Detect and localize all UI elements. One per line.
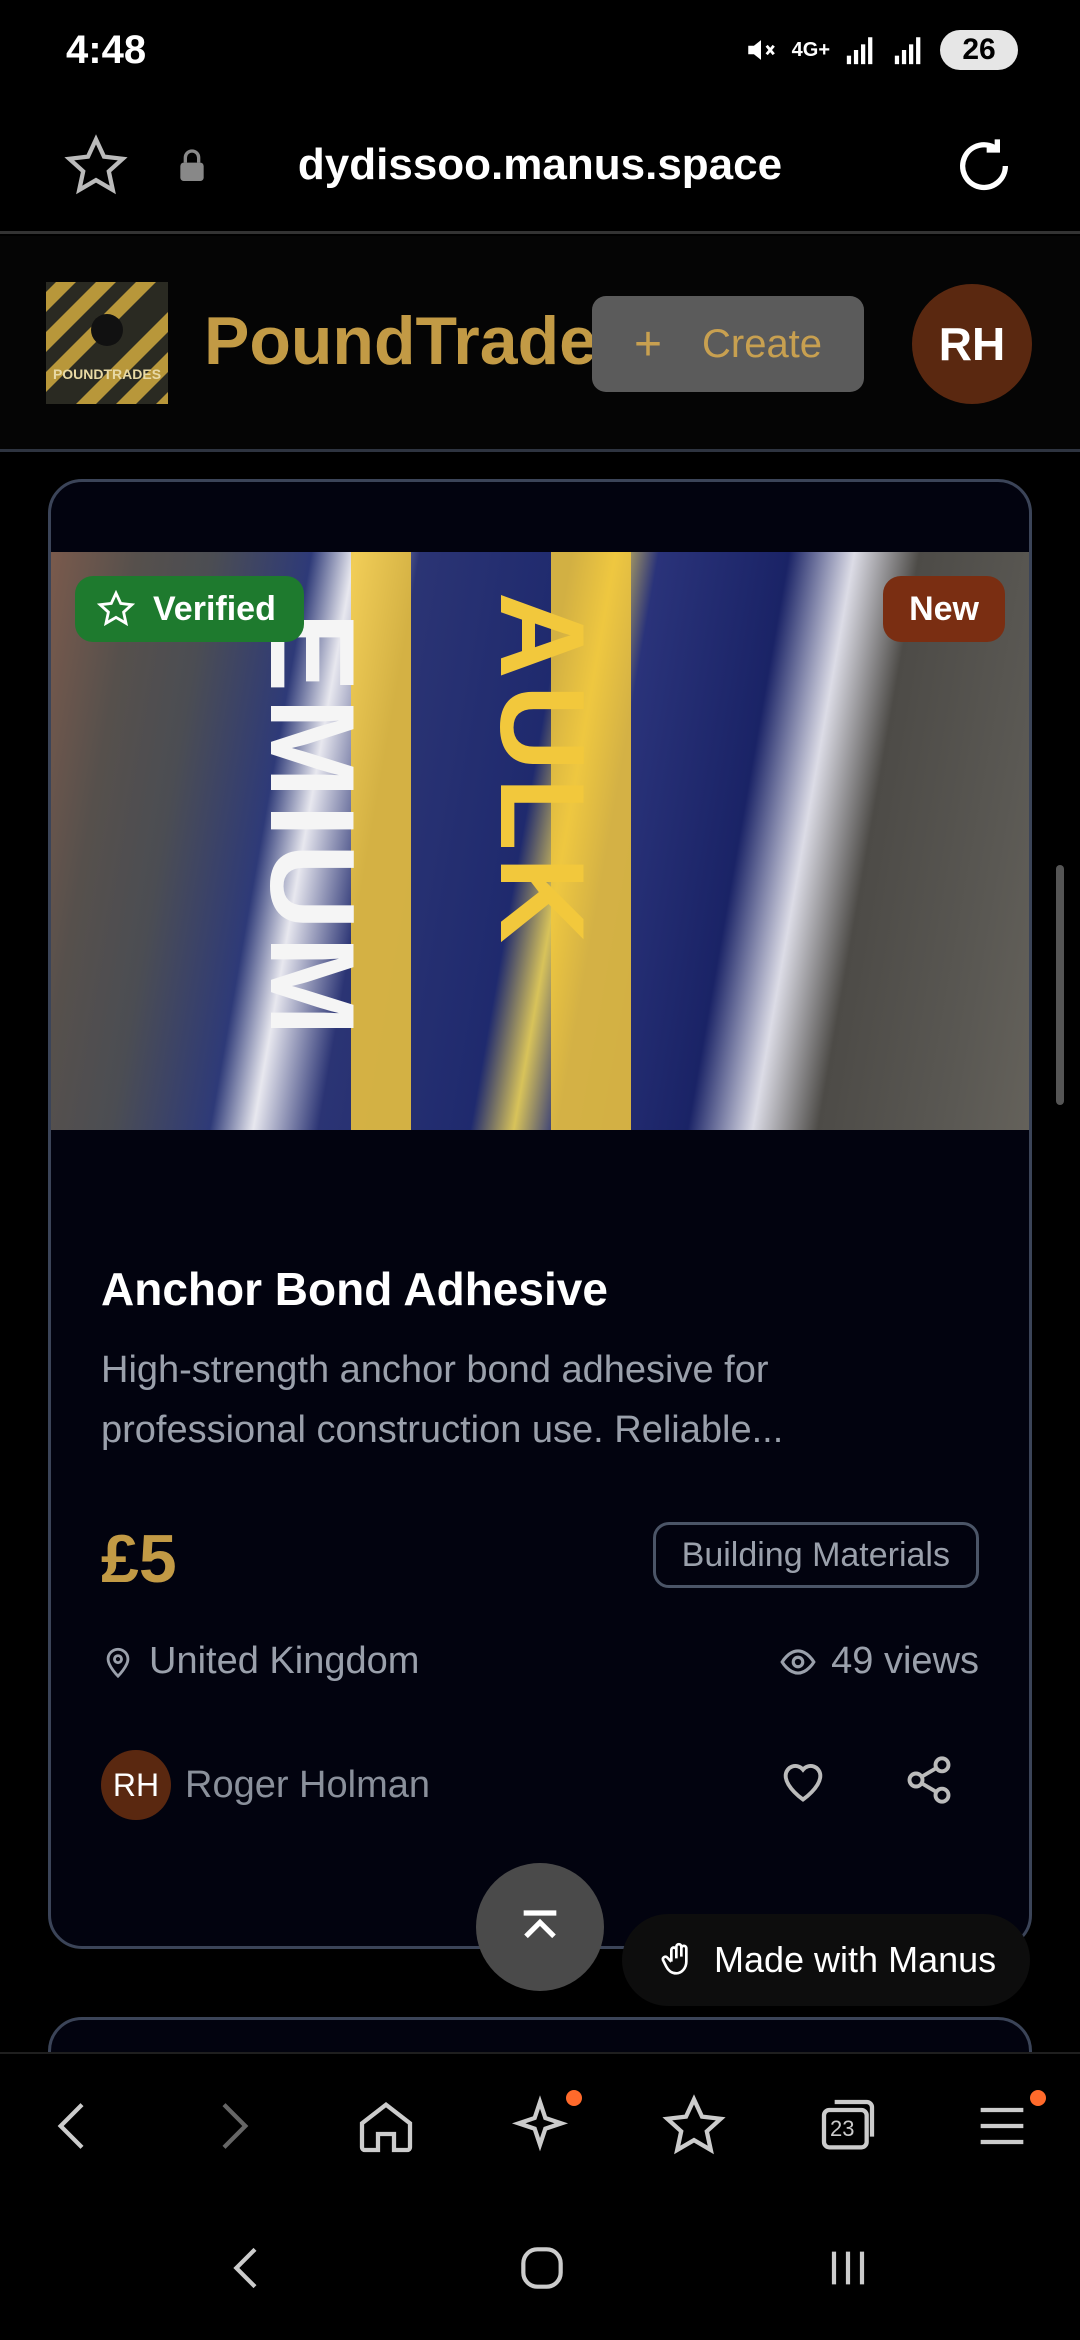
seller-info[interactable]: RH Roger Holman [101, 1750, 430, 1820]
verified-label: Verified [153, 589, 276, 628]
site-logo[interactable]: POUNDTRADES [46, 282, 168, 404]
made-with-label: Made with Manus [714, 1939, 997, 1980]
listing-feed: EMIUM AULK Verified New Anchor Bond Adhe… [0, 455, 1080, 2055]
status-icons: 4G+ 26 [744, 30, 1018, 70]
url-text[interactable]: dydissoo.manus.space [0, 140, 1080, 190]
url-bar: dydissoo.manus.space [0, 110, 1080, 234]
category-tag[interactable]: Building Materials [652, 1522, 979, 1588]
listing-card-next[interactable] [48, 2017, 1032, 2055]
logo-text: POUNDTRADES [52, 366, 162, 382]
system-back-icon[interactable] [220, 2240, 276, 2296]
create-label: Create [701, 321, 823, 366]
favorites-star-icon[interactable] [662, 2094, 726, 2158]
tabs-count: 23 [830, 2116, 855, 2141]
forward-icon[interactable] [200, 2094, 264, 2158]
mute-icon [747, 40, 775, 60]
view-count: 49 views [779, 1640, 979, 1683]
user-avatar[interactable]: RH [912, 284, 1032, 404]
tabs-button[interactable]: 23 [816, 2094, 880, 2158]
home-icon[interactable] [354, 2094, 418, 2158]
image-text: AULK [475, 592, 609, 950]
system-home-icon[interactable] [514, 2240, 570, 2296]
made-with-manus-button[interactable]: Made with Manus [622, 1914, 1030, 2006]
system-nav-bar [0, 2196, 1080, 2340]
hand-icon [661, 1942, 688, 1975]
reload-icon[interactable] [952, 134, 1016, 198]
brand-name[interactable]: PoundTrade [204, 302, 597, 380]
browser-toolbar: 23 [0, 2052, 1080, 2196]
views-label: 49 views [831, 1640, 979, 1682]
sparkle-icon[interactable] [508, 2094, 572, 2158]
menu-icon[interactable] [970, 2094, 1034, 2158]
status-bar: 4:48 4G+ 26 [0, 0, 1080, 110]
share-icon[interactable] [903, 1754, 955, 1806]
status-time: 4:48 [66, 28, 147, 72]
location-pin-icon [106, 1647, 130, 1678]
image-text: EMIUM [245, 612, 379, 1042]
star-icon [97, 590, 135, 627]
signal-icon [846, 37, 873, 65]
chevron-up-icon [523, 1910, 557, 1939]
site-header: POUNDTRADES PoundTrade + Create RH [0, 236, 1080, 452]
network-label: 4G+ [791, 38, 830, 61]
new-badge: New [883, 576, 1005, 642]
listing-price: £5 [101, 1521, 177, 1597]
eye-icon [780, 1648, 816, 1675]
back-icon[interactable] [42, 2094, 106, 2158]
scrollbar[interactable] [1056, 865, 1064, 1105]
seller-avatar: RH [101, 1750, 171, 1820]
system-recents-icon[interactable] [820, 2240, 876, 2296]
signal-icon-2 [894, 37, 921, 65]
scroll-to-top-button[interactable] [476, 1863, 604, 1991]
location: United Kingdom [101, 1640, 419, 1683]
notification-dot [566, 2090, 582, 2106]
notification-dot [1030, 2090, 1046, 2106]
plus-icon: + [633, 317, 662, 371]
listing-description: High-strength anchor bond adhesive for p… [101, 1349, 784, 1451]
battery-indicator: 26 [940, 30, 1018, 70]
create-button[interactable]: + Create [592, 296, 864, 392]
heart-icon[interactable] [777, 1754, 829, 1806]
logo-stripes-icon [46, 282, 168, 404]
listing-title[interactable]: Anchor Bond Adhesive [101, 1262, 608, 1316]
location-label: United Kingdom [149, 1640, 420, 1682]
verified-badge: Verified [75, 576, 304, 642]
listing-card[interactable]: EMIUM AULK Verified New Anchor Bond Adhe… [48, 479, 1032, 1949]
seller-name: Roger Holman [185, 1763, 430, 1806]
